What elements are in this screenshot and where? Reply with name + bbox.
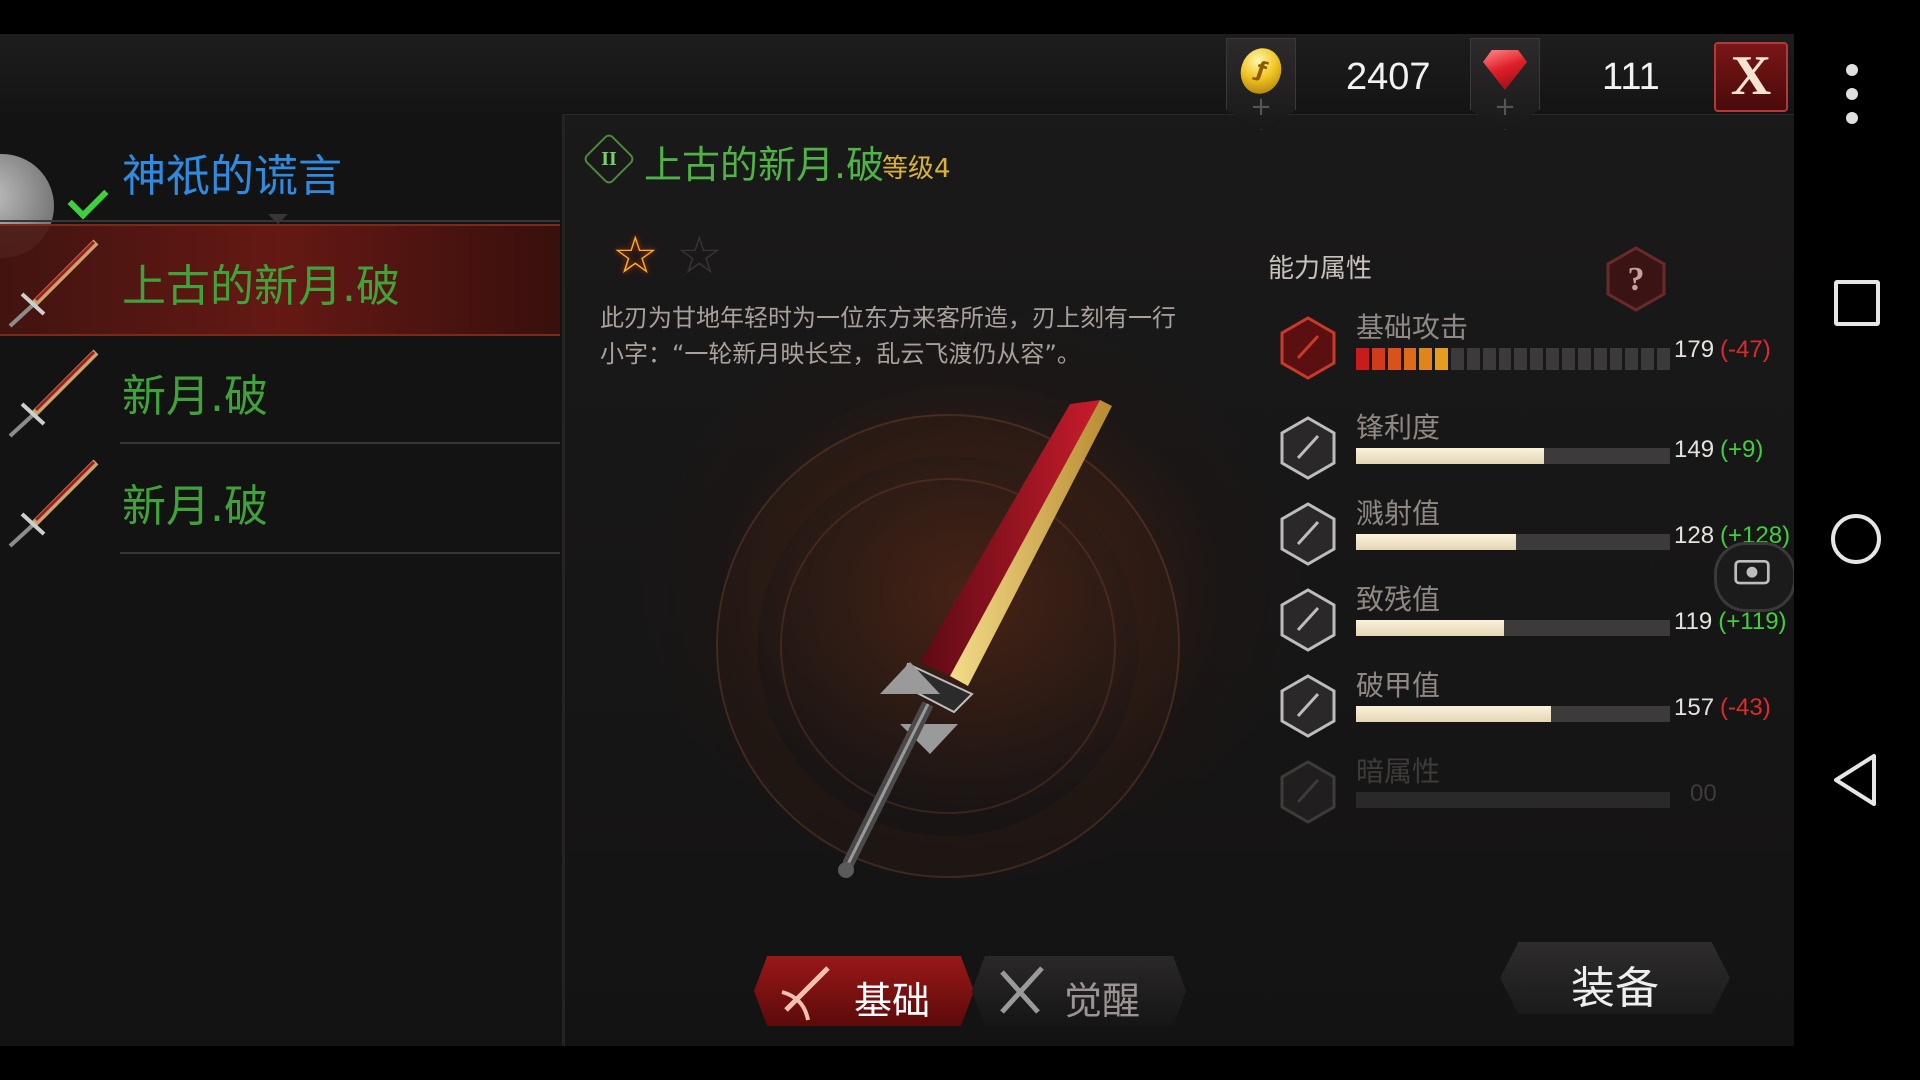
android-nav-bar [1794,0,1920,1080]
list-item-label: 上古的新月.破 [122,261,400,312]
gold-slot[interactable]: ƒ + [1226,38,1296,130]
sword-thumbnail-icon [8,239,99,328]
sword-thumbnail-icon [8,459,99,548]
stat-number: 00 [1690,780,1717,807]
list-item-label: 神祇的谎言 [122,151,342,202]
cripple-icon [1280,588,1336,652]
close-button[interactable]: X [1714,42,1788,112]
stat-label: 暗属性 [1356,755,1441,788]
list-item-label: 新月.破 [122,481,268,532]
stat-delta: (-43) [1720,694,1771,721]
armor-break-icon [1280,674,1336,738]
equip-label: 装备 [1571,963,1659,1014]
stat-value: 119 (+119) [1674,608,1787,636]
stat-number: 157 [1674,694,1715,721]
camera-view-button[interactable] [1714,542,1794,612]
weapon-level: 等级4 [882,154,951,184]
list-item-selected[interactable]: 上古的新月.破 [0,224,560,336]
stat-bar [1356,534,1670,550]
stat-label: 基础攻击 [1356,311,1469,344]
list-item-label: 新月.破 [122,371,268,422]
tab-label: 觉醒 [1064,979,1141,1023]
crossed-swords-icon [1000,966,1044,1014]
stats-title: 能力属性 [1268,254,1373,284]
ruby-amount: 111 [1602,56,1660,98]
list-item[interactable]: 新月.破 [0,446,560,554]
rank-badge: II [582,132,636,186]
tab-awaken[interactable]: 觉醒 [969,953,1189,1029]
tab-base[interactable]: 基础 [751,953,977,1029]
dark-element-icon [1280,760,1336,824]
stat-value: 157 (-43) [1674,694,1771,722]
list-item-equipped[interactable]: 神祇的谎言 [0,114,560,258]
stat-delta: (-47) [1720,336,1771,363]
stat-row: 暗属性 00 [1276,750,1794,830]
stat-bar [1356,706,1670,722]
stat-row: 锋利度 149 (+9) [1276,406,1794,486]
stat-bar [1356,620,1670,636]
stat-row: 破甲值 157 (-43) [1276,664,1794,744]
weapon-sword-image [838,400,1112,878]
back-icon[interactable] [1830,752,1880,808]
weapon-description: 此刃为甘地年轻时为一位东方来客所造，刃上刻有一行小字：“一轮新月映长空，乱云飞渡… [600,304,1176,368]
help-label: ? [1628,261,1645,298]
stat-bar [1356,448,1670,464]
star-empty-icon: ☆ [676,226,723,286]
splash-icon [1280,502,1336,566]
stat-bar [1356,792,1670,808]
stat-value: 179 (-47) [1674,336,1771,364]
stat-number: 128 [1674,522,1715,549]
gold-amount: 2407 [1346,56,1431,98]
weapon-name: 上古的新月.破 [644,143,885,187]
stat-number: 179 [1674,336,1715,363]
top-bar: ƒ + 2407 + 111 X [0,34,1794,130]
ruby-slot[interactable]: + [1470,38,1540,130]
chevron-down-icon [268,214,288,224]
stat-delta: (+119) [1718,608,1787,635]
recent-apps-icon[interactable] [1834,280,1880,326]
home-icon[interactable] [1831,514,1881,564]
stat-value: 149 (+9) [1674,436,1763,464]
stat-label: 锋利度 [1356,411,1441,444]
add-gold-icon[interactable]: + [1226,94,1296,120]
stat-number: 119 [1674,608,1713,635]
stat-delta: (+9) [1720,436,1764,463]
game-screen: ƒ + 2407 + 111 X 神祇的谎言 上古的新月.破 新月.破 新月.破… [0,34,1794,1046]
stat-label: 破甲值 [1356,669,1441,702]
sharpness-icon [1280,416,1336,480]
help-icon[interactable]: ? [1606,246,1666,312]
add-ruby-icon[interactable]: + [1470,94,1540,120]
stat-label: 溅射值 [1356,497,1441,530]
weapon-list: 神祇的谎言 上古的新月.破 新月.破 新月.破 [0,114,565,1046]
stat-number: 149 [1674,436,1715,463]
stat-segment-bar [1356,348,1670,370]
sword-slash-icon [781,966,830,1021]
stat-label: 致残值 [1356,583,1441,616]
camera-icon [1734,559,1770,585]
more-options-icon[interactable] [1846,64,1858,136]
list-item[interactable]: 新月.破 [0,336,560,444]
stat-value: 00 [1690,780,1717,808]
attack-shield-icon [1280,316,1336,380]
stat-row: 基础攻击 179 (-47) [1276,306,1794,386]
star-filled-icon: ☆ [612,226,659,286]
sword-thumbnail-icon [8,349,99,438]
tab-label: 基础 [854,979,931,1023]
equip-button[interactable]: 装备 [1497,939,1733,1017]
